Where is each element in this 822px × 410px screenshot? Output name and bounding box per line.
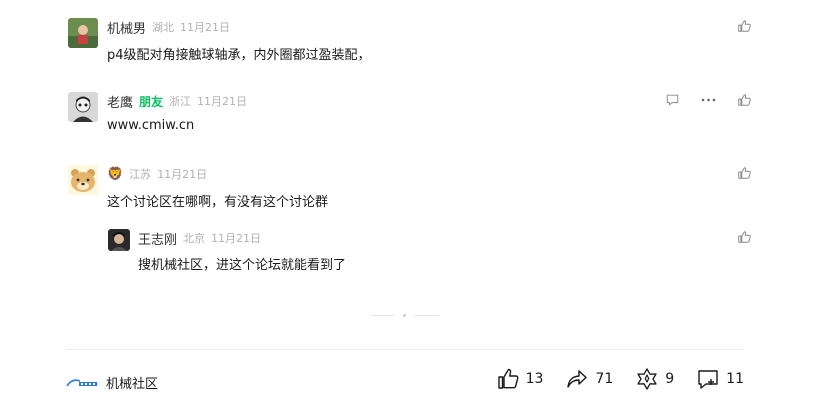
avatar-image <box>68 92 98 122</box>
recommend-icon <box>637 368 657 390</box>
thumb-up-icon <box>497 368 519 389</box>
comment-count: 11 <box>726 371 744 387</box>
divider-dot <box>403 314 406 317</box>
reply-icon[interactable] <box>664 92 680 108</box>
list-end-divider <box>370 314 439 317</box>
reply-content: 搜机械社区，进这个论坛就能看到了 <box>138 258 347 273</box>
comment-button[interactable]: 11 <box>696 367 744 391</box>
like-icon[interactable] <box>736 18 752 34</box>
avatar[interactable] <box>68 18 98 48</box>
article-footer: 机械社区 13 71 9 11 <box>66 367 744 397</box>
like-count: 13 <box>525 371 544 387</box>
comment-content: www.cmiw.cn <box>107 118 195 133</box>
share-arrow-icon <box>567 370 588 388</box>
like-icon[interactable] <box>736 229 752 245</box>
like-icon[interactable] <box>736 92 752 108</box>
comment-nickname[interactable]: 机械男 <box>107 18 146 37</box>
comment-location: 江苏 <box>129 168 152 181</box>
avatar[interactable] <box>68 92 98 122</box>
comment-nickname[interactable]: 🦁 <box>107 167 123 182</box>
more-icon[interactable] <box>700 92 716 108</box>
comment-date: 11月21日 <box>180 21 231 34</box>
share-count: 71 <box>595 371 614 387</box>
divider-line <box>414 315 439 316</box>
like-icon[interactable] <box>736 165 752 181</box>
recommend-button[interactable]: 9 <box>635 367 674 391</box>
comment-location: 浙江 <box>169 95 192 108</box>
avatar-image <box>108 229 130 251</box>
account-link[interactable]: 机械社区 <box>66 373 158 392</box>
recommend-count: 9 <box>665 371 675 387</box>
like-button[interactable]: 13 <box>496 367 544 391</box>
comment-location: 湖北 <box>152 21 175 34</box>
comment-date: 11月21日 <box>197 95 248 108</box>
reply-location: 北京 <box>183 232 206 245</box>
comment-nickname[interactable]: 老鹰 <box>107 92 133 111</box>
comment-date: 11月21日 <box>157 168 208 181</box>
comment-content: 这个讨论区在哪啊，有没有这个讨论群 <box>107 195 329 210</box>
avatar[interactable] <box>68 165 98 195</box>
footer-divider <box>66 349 744 350</box>
comment-content: p4级配对角接触球轴承，内外圈都过盈装配， <box>107 48 371 63</box>
account-name: 机械社区 <box>106 377 159 392</box>
share-button[interactable]: 71 <box>565 367 613 391</box>
reply-date: 11月21日 <box>211 232 262 245</box>
comment-add-icon <box>698 370 718 389</box>
friend-tag: 朋友 <box>139 94 164 109</box>
avatar-image <box>68 18 98 48</box>
account-logo-icon <box>66 378 97 386</box>
divider-line <box>370 315 395 316</box>
avatar[interactable] <box>108 229 130 251</box>
avatar-image <box>68 165 98 195</box>
reply-nickname[interactable]: 王志刚 <box>138 229 177 248</box>
